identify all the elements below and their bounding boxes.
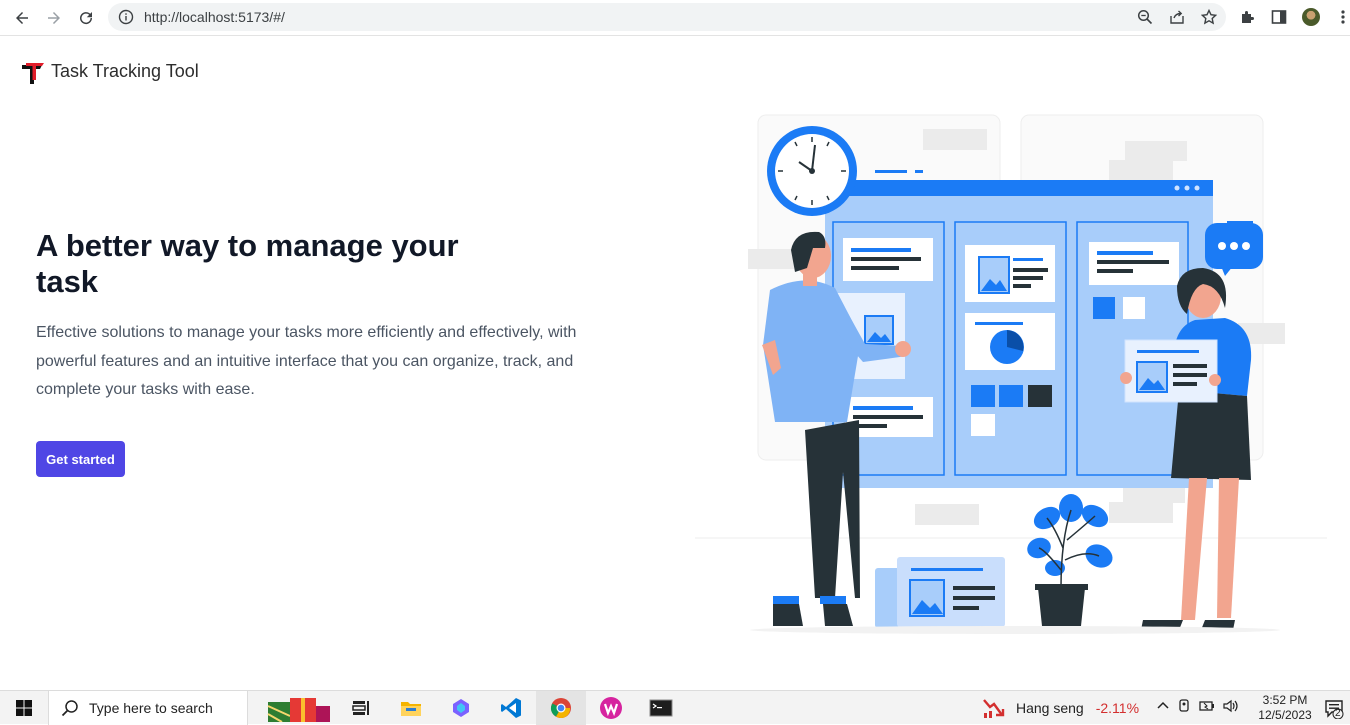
hero-title: A better way to manage your task [36, 228, 459, 299]
chrome-icon[interactable] [536, 691, 586, 725]
meet-now-icon[interactable] [1176, 698, 1192, 719]
site-info-icon[interactable] [118, 9, 134, 25]
clock-date: 12/5/2023 [1258, 708, 1312, 722]
search-placeholder[interactable]: Type here to search [89, 700, 213, 716]
windows-start-icon[interactable] [0, 691, 48, 725]
reload-icon[interactable] [70, 2, 102, 34]
app-logo-icon[interactable] [20, 60, 46, 86]
vscode-icon[interactable] [486, 691, 536, 725]
copilot-icon[interactable] [436, 691, 486, 725]
zoom-icon[interactable] [1136, 8, 1154, 26]
hero-description: Effective solutions to manage your tasks… [36, 324, 577, 398]
extensions-icon[interactable] [1238, 8, 1256, 26]
notification-count: 2 [1335, 708, 1341, 719]
notification-center-icon[interactable]: 2 [1324, 699, 1344, 720]
windows-taskbar: Type here to search Hang seng -2.11% 3:5… [0, 690, 1350, 725]
stock-change: -2.11% [1095, 700, 1140, 716]
browser-toolbar: http://localhost:5173/#/ [0, 0, 1350, 36]
share-icon[interactable] [1168, 8, 1186, 26]
search-icon [61, 699, 78, 716]
battery-icon[interactable] [1198, 699, 1216, 718]
system-tray [1156, 691, 1240, 725]
terminal-icon[interactable] [636, 691, 686, 725]
stock-name: Hang seng [1016, 700, 1084, 716]
bookmark-star-icon[interactable] [1200, 8, 1218, 26]
brand-title[interactable]: Task Tracking Tool [51, 61, 199, 82]
task-board-illustration [695, 114, 1327, 634]
menu-icon[interactable] [1334, 8, 1350, 26]
task-view-icon[interactable] [336, 691, 386, 725]
side-panel-icon[interactable] [1270, 8, 1288, 26]
file-explorer-icon[interactable] [386, 691, 436, 725]
url-text[interactable]: http://localhost:5173/#/ [144, 9, 285, 25]
chevron-up-icon[interactable] [1156, 699, 1170, 718]
get-started-button[interactable]: Get started [36, 441, 125, 477]
stock-widget[interactable]: Hang seng -2.11% [982, 691, 1139, 725]
profile-avatar[interactable] [1302, 8, 1320, 26]
address-bar[interactable]: http://localhost:5173/#/ [108, 3, 1226, 31]
wps-icon[interactable] [586, 691, 636, 725]
taskbar-search-box[interactable]: Type here to search [48, 690, 248, 725]
forward-icon[interactable] [38, 2, 70, 34]
clock-time: 3:52 PM [1262, 693, 1308, 707]
back-icon[interactable] [6, 2, 38, 34]
gift-app-icon[interactable] [262, 691, 336, 725]
taskbar-clock[interactable]: 3:52 PM 12/5/2023 [1254, 693, 1316, 723]
stock-chart-icon [983, 699, 1005, 718]
volume-icon[interactable] [1222, 699, 1240, 718]
